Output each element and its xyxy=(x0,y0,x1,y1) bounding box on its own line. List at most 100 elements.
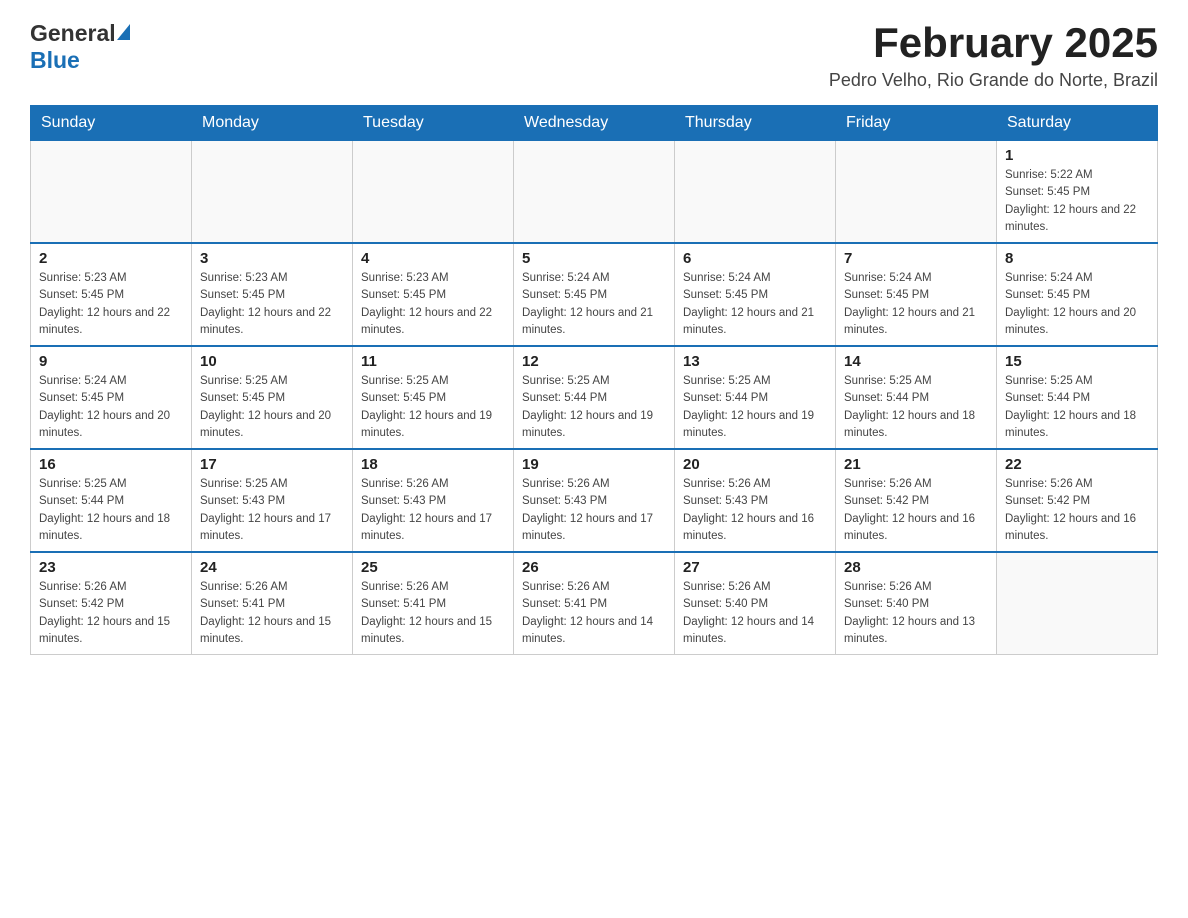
calendar-cell: 26 Sunrise: 5:26 AM Sunset: 5:41 PM Dayli… xyxy=(514,552,675,655)
calendar-cell: 7 Sunrise: 5:24 AM Sunset: 5:45 PM Daylig… xyxy=(836,243,997,346)
calendar-cell: 13 Sunrise: 5:25 AM Sunset: 5:44 PM Dayli… xyxy=(675,346,836,449)
weekday-header-saturday: Saturday xyxy=(997,106,1158,141)
calendar-cell xyxy=(514,141,675,244)
calendar-cell: 6 Sunrise: 5:24 AM Sunset: 5:45 PM Daylig… xyxy=(675,243,836,346)
day-info: Sunrise: 5:25 AM Sunset: 5:44 PM Dayligh… xyxy=(683,373,827,442)
title-area: February 2025 Pedro Velho, Rio Grande do… xyxy=(829,20,1158,91)
day-info: Sunrise: 5:26 AM Sunset: 5:41 PM Dayligh… xyxy=(361,579,505,648)
day-info: Sunrise: 5:23 AM Sunset: 5:45 PM Dayligh… xyxy=(39,270,183,339)
week-row-4: 16 Sunrise: 5:25 AM Sunset: 5:44 PM Dayli… xyxy=(31,449,1158,552)
day-number: 19 xyxy=(522,456,666,473)
day-info: Sunrise: 5:25 AM Sunset: 5:44 PM Dayligh… xyxy=(844,373,988,442)
day-number: 15 xyxy=(1005,353,1149,370)
day-number: 11 xyxy=(361,353,505,370)
day-info: Sunrise: 5:24 AM Sunset: 5:45 PM Dayligh… xyxy=(683,270,827,339)
week-row-2: 2 Sunrise: 5:23 AM Sunset: 5:45 PM Daylig… xyxy=(31,243,1158,346)
day-info: Sunrise: 5:26 AM Sunset: 5:43 PM Dayligh… xyxy=(361,476,505,545)
day-number: 18 xyxy=(361,456,505,473)
calendar-cell: 15 Sunrise: 5:25 AM Sunset: 5:44 PM Dayli… xyxy=(997,346,1158,449)
day-info: Sunrise: 5:25 AM Sunset: 5:45 PM Dayligh… xyxy=(361,373,505,442)
calendar-cell: 20 Sunrise: 5:26 AM Sunset: 5:43 PM Dayli… xyxy=(675,449,836,552)
logo-arrow-icon xyxy=(117,24,130,40)
page-header: General Blue February 2025 Pedro Velho, … xyxy=(30,20,1158,91)
day-info: Sunrise: 5:26 AM Sunset: 5:43 PM Dayligh… xyxy=(522,476,666,545)
day-number: 17 xyxy=(200,456,344,473)
day-info: Sunrise: 5:25 AM Sunset: 5:45 PM Dayligh… xyxy=(200,373,344,442)
day-info: Sunrise: 5:24 AM Sunset: 5:45 PM Dayligh… xyxy=(1005,270,1149,339)
calendar-cell: 12Sunrise: 5:25 AM Sunset: 5:44 PM Dayli… xyxy=(514,346,675,449)
calendar-cell xyxy=(675,141,836,244)
day-number: 27 xyxy=(683,559,827,576)
logo: General Blue xyxy=(30,20,130,74)
calendar-cell: 9 Sunrise: 5:24 AM Sunset: 5:45 PM Daylig… xyxy=(31,346,192,449)
day-info: Sunrise: 5:24 AM Sunset: 5:45 PM Dayligh… xyxy=(522,270,666,339)
day-info: Sunrise: 5:23 AM Sunset: 5:45 PM Dayligh… xyxy=(361,270,505,339)
weekday-header-row: SundayMondayTuesdayWednesdayThursdayFrid… xyxy=(31,106,1158,141)
day-number: 6 xyxy=(683,250,827,267)
day-info: Sunrise: 5:26 AM Sunset: 5:43 PM Dayligh… xyxy=(683,476,827,545)
weekday-header-thursday: Thursday xyxy=(675,106,836,141)
calendar-cell: 25 Sunrise: 5:26 AM Sunset: 5:41 PM Dayli… xyxy=(353,552,514,655)
day-info: Sunrise: 5:25 AM Sunset: 5:44 PM Dayligh… xyxy=(522,373,666,442)
day-number: 21 xyxy=(844,456,988,473)
day-info: Sunrise: 5:26 AM Sunset: 5:40 PM Dayligh… xyxy=(683,579,827,648)
calendar-cell: 8 Sunrise: 5:24 AM Sunset: 5:45 PM Daylig… xyxy=(997,243,1158,346)
day-number: 2 xyxy=(39,250,183,267)
day-number: 14 xyxy=(844,353,988,370)
calendar-cell: 22 Sunrise: 5:26 AM Sunset: 5:42 PM Dayli… xyxy=(997,449,1158,552)
calendar-cell: 14 Sunrise: 5:25 AM Sunset: 5:44 PM Dayli… xyxy=(836,346,997,449)
weekday-header-monday: Monday xyxy=(192,106,353,141)
logo-blue-text: Blue xyxy=(30,47,80,74)
calendar-cell: 1 Sunrise: 5:22 AM Sunset: 5:45 PM Daylig… xyxy=(997,141,1158,244)
calendar-cell: 23 Sunrise: 5:26 AM Sunset: 5:42 PM Dayli… xyxy=(31,552,192,655)
day-number: 4 xyxy=(361,250,505,267)
calendar-cell xyxy=(31,141,192,244)
day-info: Sunrise: 5:25 AM Sunset: 5:43 PM Dayligh… xyxy=(200,476,344,545)
calendar-cell xyxy=(997,552,1158,655)
calendar-cell: 4 Sunrise: 5:23 AM Sunset: 5:45 PM Daylig… xyxy=(353,243,514,346)
day-number: 9 xyxy=(39,353,183,370)
calendar-cell: 16 Sunrise: 5:25 AM Sunset: 5:44 PM Dayli… xyxy=(31,449,192,552)
week-row-3: 9 Sunrise: 5:24 AM Sunset: 5:45 PM Daylig… xyxy=(31,346,1158,449)
day-number: 8 xyxy=(1005,250,1149,267)
calendar-cell: 27 Sunrise: 5:26 AM Sunset: 5:40 PM Dayli… xyxy=(675,552,836,655)
day-number: 7 xyxy=(844,250,988,267)
calendar-cell: 28Sunrise: 5:26 AM Sunset: 5:40 PM Dayli… xyxy=(836,552,997,655)
day-info: Sunrise: 5:25 AM Sunset: 5:44 PM Dayligh… xyxy=(39,476,183,545)
calendar-cell: 2 Sunrise: 5:23 AM Sunset: 5:45 PM Daylig… xyxy=(31,243,192,346)
calendar-cell: 5Sunrise: 5:24 AM Sunset: 5:45 PM Daylig… xyxy=(514,243,675,346)
day-number: 25 xyxy=(361,559,505,576)
day-number: 28 xyxy=(844,559,988,576)
day-info: Sunrise: 5:25 AM Sunset: 5:44 PM Dayligh… xyxy=(1005,373,1149,442)
day-number: 13 xyxy=(683,353,827,370)
day-info: Sunrise: 5:24 AM Sunset: 5:45 PM Dayligh… xyxy=(39,373,183,442)
calendar-cell: 10 Sunrise: 5:25 AM Sunset: 5:45 PM Dayli… xyxy=(192,346,353,449)
day-number: 16 xyxy=(39,456,183,473)
day-number: 1 xyxy=(1005,147,1149,164)
day-number: 26 xyxy=(522,559,666,576)
day-info: Sunrise: 5:26 AM Sunset: 5:41 PM Dayligh… xyxy=(522,579,666,648)
calendar-cell: 19 Sunrise: 5:26 AM Sunset: 5:43 PM Dayli… xyxy=(514,449,675,552)
subtitle: Pedro Velho, Rio Grande do Norte, Brazil xyxy=(829,70,1158,91)
day-info: Sunrise: 5:26 AM Sunset: 5:42 PM Dayligh… xyxy=(39,579,183,648)
calendar-cell: 21 Sunrise: 5:26 AM Sunset: 5:42 PM Dayli… xyxy=(836,449,997,552)
day-number: 10 xyxy=(200,353,344,370)
day-number: 23 xyxy=(39,559,183,576)
day-number: 20 xyxy=(683,456,827,473)
day-info: Sunrise: 5:24 AM Sunset: 5:45 PM Dayligh… xyxy=(844,270,988,339)
day-info: Sunrise: 5:26 AM Sunset: 5:42 PM Dayligh… xyxy=(844,476,988,545)
weekday-header-tuesday: Tuesday xyxy=(353,106,514,141)
calendar-cell xyxy=(836,141,997,244)
day-number: 3 xyxy=(200,250,344,267)
weekday-header-sunday: Sunday xyxy=(31,106,192,141)
calendar-cell xyxy=(353,141,514,244)
calendar-cell: 11 Sunrise: 5:25 AM Sunset: 5:45 PM Dayli… xyxy=(353,346,514,449)
day-info: Sunrise: 5:22 AM Sunset: 5:45 PM Dayligh… xyxy=(1005,167,1149,236)
day-info: Sunrise: 5:23 AM Sunset: 5:45 PM Dayligh… xyxy=(200,270,344,339)
day-info: Sunrise: 5:26 AM Sunset: 5:42 PM Dayligh… xyxy=(1005,476,1149,545)
week-row-1: 1 Sunrise: 5:22 AM Sunset: 5:45 PM Daylig… xyxy=(31,141,1158,244)
day-number: 22 xyxy=(1005,456,1149,473)
day-number: 24 xyxy=(200,559,344,576)
calendar-cell: 17 Sunrise: 5:25 AM Sunset: 5:43 PM Dayli… xyxy=(192,449,353,552)
logo-general-text: General xyxy=(30,20,116,47)
